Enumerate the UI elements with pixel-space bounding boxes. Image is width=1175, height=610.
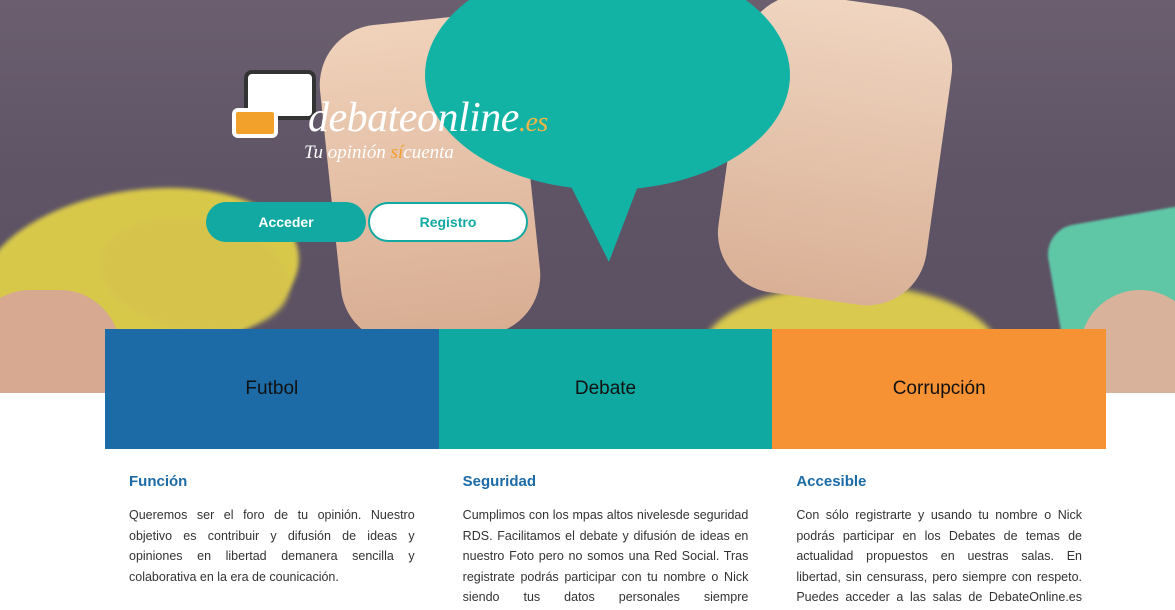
logo-name: debateonline — [308, 95, 519, 141]
feature-seguridad: Seguridad Cumplimos con los mpas altos n… — [439, 449, 773, 610]
tagline-highlight: sí — [390, 142, 404, 163]
feature-text: Queremos ser el foro de tu opinión. Nues… — [129, 508, 415, 584]
site-logo[interactable]: debateonline.es Tu opinión sícuenta — [232, 70, 592, 170]
feature-text: Con sólo registrarte y usando tu nombre … — [796, 508, 1083, 604]
register-button[interactable]: Registro — [368, 202, 528, 242]
category-tile-debate[interactable]: Debate — [438, 329, 773, 449]
feature-title: Seguridad — [462, 473, 537, 490]
logo-tld: .es — [518, 107, 548, 138]
tagline-part1: Tu opinión — [304, 142, 391, 163]
category-tile-futbol[interactable]: Futbol — [105, 329, 439, 449]
teal-speech-bubble-tail — [562, 152, 668, 268]
login-button[interactable]: Acceder — [206, 202, 366, 242]
features-section: Función Queremos ser el foro de tu opini… — [105, 449, 1106, 610]
chat-bubble-small-icon — [232, 108, 278, 138]
feature-funcion: Función Queremos ser el foro de tu opini… — [105, 449, 439, 610]
logo-wordmark: debateonline.es — [308, 94, 548, 142]
tagline-part2: cuenta — [403, 142, 454, 163]
feature-accesible: Accesible Con sólo registrarte y usando … — [772, 449, 1106, 610]
category-tile-corrupcion[interactable]: Corrupción — [772, 329, 1107, 449]
category-tiles: Futbol Debate Corrupción — [105, 329, 1107, 449]
feature-title: Función — [129, 473, 188, 490]
feature-text: Cumplimos con los mpas altos nivelesde s… — [462, 508, 749, 604]
feature-title: Accesible — [796, 473, 867, 490]
logo-tagline: Tu opinión sícuenta — [304, 142, 454, 164]
